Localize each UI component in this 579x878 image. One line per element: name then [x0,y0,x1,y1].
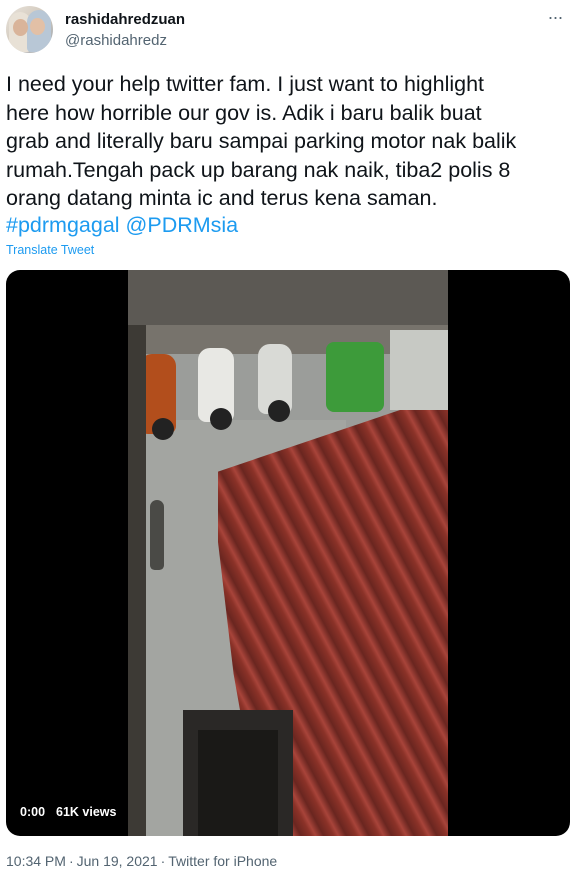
video-views: 61K views [56,805,117,819]
tweet-links: #pdrmgagal @PDRMsia [6,211,238,240]
user-handle[interactable]: @rashidahredz [65,32,167,49]
tweet: rashidahredzuan @rashidahredz ··· I need… [0,0,579,878]
video-scene-wheel [210,408,232,430]
display-name[interactable]: rashidahredzuan [65,11,185,28]
meta-separator: · [160,853,166,869]
video-time: 0:00 [20,805,46,819]
mention-link[interactable]: @PDRMsia [126,213,239,237]
video-scene-wheel [268,400,290,422]
tweet-text: I need your help twitter fam. I just wan… [6,72,517,210]
video-scene-motorcycle [326,342,384,412]
video-scene-pillar [128,325,146,836]
avatar[interactable] [6,6,53,53]
hashtag-link[interactable]: #pdrmgagal [6,213,120,237]
video-player[interactable]: 0:00 61K views [6,270,570,836]
more-icon[interactable]: ··· [543,8,567,28]
video-scene-motorcycle [150,500,164,570]
video-scene-wheel [152,418,174,440]
tweet-meta: 10:34 PM · Jun 19, 2021 · Twitter for iPhone [6,853,277,869]
avatar-face-right [30,18,45,35]
tweet-time[interactable]: 10:34 PM [6,853,66,869]
video-scene-doorway-inner [198,730,278,836]
video-scene-wall [390,330,448,410]
translate-tweet-link[interactable]: Translate Tweet [6,243,94,257]
avatar-face-left [13,19,28,36]
video-frame [128,270,448,836]
meta-separator: · [68,853,74,869]
tweet-source[interactable]: Twitter for iPhone [168,853,277,869]
tweet-date[interactable]: Jun 19, 2021 [77,853,158,869]
